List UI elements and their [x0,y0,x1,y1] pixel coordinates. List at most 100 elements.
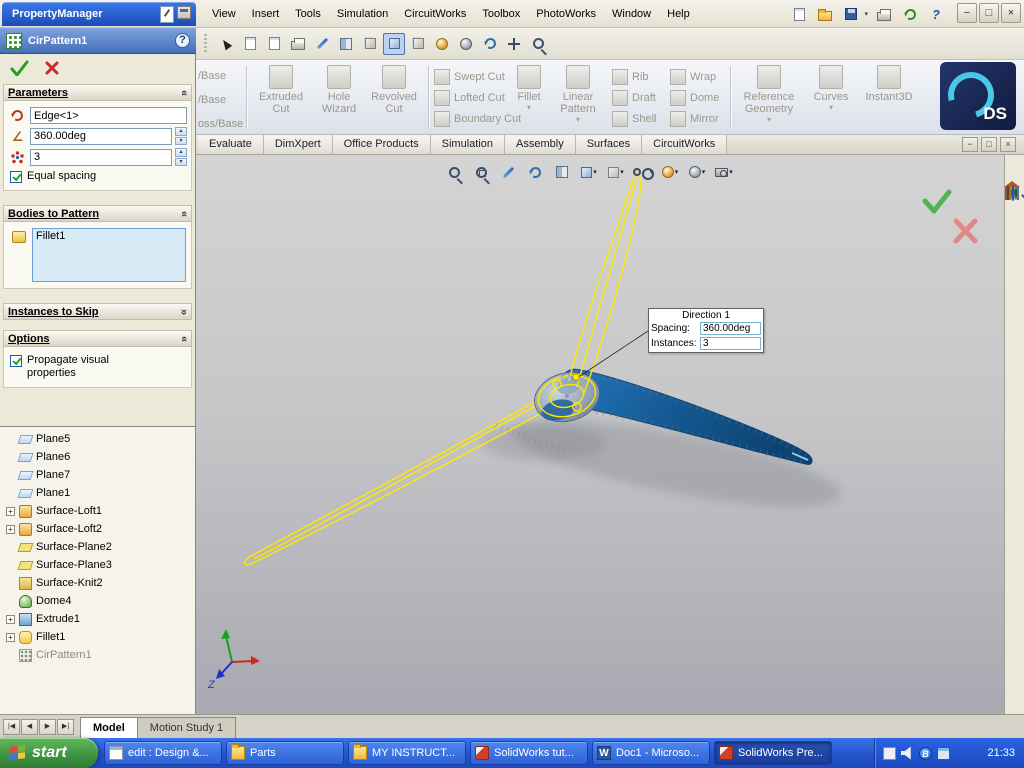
doc-restore-button[interactable]: □ [981,137,997,152]
taskbar-button-active[interactable]: SolidWorks Pre... [714,741,832,765]
expand-icon[interactable]: + [6,507,15,516]
bodies-selection-list[interactable]: Fillet1 [32,228,186,282]
propagate-visual-properties-checkbox[interactable] [10,355,22,367]
expand-chevron-icon[interactable]: « [181,306,187,318]
taskbar-button[interactable]: SolidWorks tut... [470,741,588,765]
menu-tools[interactable]: Tools [287,5,329,23]
menu-window[interactable]: Window [604,5,659,23]
print-icon[interactable] [287,33,309,55]
save-caret-icon[interactable]: ▾ [864,10,868,18]
draft-button[interactable]: Draft [612,88,656,107]
parameters-group-header[interactable]: Parameters « [3,84,192,101]
tab-office-products[interactable]: Office Products [333,135,431,154]
tab-assembly[interactable]: Assembly [505,135,576,154]
model-canvas[interactable]: Z [196,155,1004,714]
section-view-icon[interactable] [335,33,357,55]
scene-icon[interactable]: ▾ [685,161,709,183]
angle-input[interactable]: 360.00deg [30,128,172,145]
rib-button[interactable]: Rib [612,67,656,86]
tab-circuitworks[interactable]: CircuitWorks [642,135,727,154]
last-tab-button[interactable]: ▶| [57,719,74,735]
copy-icon[interactable] [239,33,261,55]
tab-evaluate[interactable]: Evaluate [198,135,264,154]
prev-tab-button[interactable]: ◀ [21,719,38,735]
menu-circuitworks[interactable]: CircuitWorks [396,5,474,23]
instances-to-skip-group-header[interactable]: Instances to Skip « [3,303,192,320]
select-arrow-icon[interactable] [215,33,237,55]
measure-icon[interactable] [311,33,333,55]
ok-button[interactable] [10,60,30,76]
view-orientation-icon[interactable]: ▾ [577,161,601,183]
scene-icon[interactable] [455,33,477,55]
instance-count-spinner[interactable]: ▴▾ [175,148,187,166]
expand-icon[interactable]: + [6,615,15,624]
rotate-view-icon[interactable] [523,161,547,183]
linear-pattern-button[interactable]: Linear Pattern▾ [550,65,606,124]
network-icon[interactable] [937,747,950,760]
tree-item[interactable]: Plane7 [0,466,195,484]
menu-help[interactable]: Help [659,5,698,23]
volume-icon[interactable] [901,747,914,760]
instances-input[interactable]: 3 [700,337,761,350]
tab-dimxpert[interactable]: DimXpert [264,135,333,154]
appearance-icon[interactable]: ▾ [658,161,682,183]
rotate-view-icon[interactable] [479,33,501,55]
close-button[interactable]: × [1001,3,1021,23]
open-icon[interactable] [815,4,835,24]
wrap-button[interactable]: Wrap [670,67,719,86]
tree-item[interactable]: +Extrude1 [0,610,195,628]
equal-spacing-checkbox[interactable] [10,171,22,183]
paste-icon[interactable] [263,33,285,55]
mirror-button[interactable]: Mirror [670,109,719,128]
expand-icon[interactable]: + [6,525,15,534]
tree-item[interactable]: +Surface-Loft2 [0,520,195,538]
reference-geometry-button[interactable]: Reference Geometry▾ [736,65,802,124]
tree-item[interactable]: CirPattern1 [0,646,195,664]
expand-icon[interactable]: + [6,633,15,642]
tree-item[interactable]: Surface-Plane3 [0,556,195,574]
print-icon[interactable] [874,4,894,24]
first-tab-button[interactable]: |◀ [3,719,20,735]
options-group-header[interactable]: Options « [3,330,192,347]
menu-view[interactable]: View [204,5,244,23]
shaded-with-edges-icon[interactable] [383,33,405,55]
taskbar-button[interactable]: MY INSTRUCT... [348,741,466,765]
language-bar-icon[interactable] [883,747,896,760]
bodies-group-header[interactable]: Bodies to Pattern « [3,205,192,222]
view-palette-icon[interactable] [1017,186,1019,200]
zoom-area-icon[interactable] [469,161,493,183]
instant3d-button[interactable]: Instant3D [860,65,918,103]
graphics-viewport[interactable]: Z ▾ ▾ ▾ ▾ ▾ ▾ Direction 1 Spacing: 360.0… [196,155,1004,714]
tab-model[interactable]: Model [80,717,138,739]
instance-count-input[interactable]: 3 [30,149,172,166]
help-icon[interactable] [926,4,946,24]
pan-icon[interactable] [503,33,525,55]
restore-button[interactable]: □ [979,3,999,23]
rebuild-icon[interactable] [900,4,920,24]
help-button[interactable]: ? [175,33,190,48]
tree-item[interactable]: Plane1 [0,484,195,502]
tree-item[interactable]: +Surface-Loft1 [0,502,195,520]
selected-body[interactable]: Fillet1 [36,230,182,242]
hole-wizard-button[interactable]: Hole Wizard [314,65,364,115]
tree-item[interactable]: Surface-Plane2 [0,538,195,556]
curves-button[interactable]: Curves▾ [808,65,854,112]
pin-icon[interactable] [160,6,174,23]
tree-item[interactable]: Dome4 [0,592,195,610]
toolbar-grip[interactable] [204,34,207,54]
tree-item[interactable]: Plane5 [0,430,195,448]
fillet-button[interactable]: Fillet▾ [508,65,550,112]
taskbar-button[interactable]: Parts [226,741,344,765]
doc-minimize-button[interactable]: − [962,137,978,152]
view-orientation-icon[interactable] [359,33,381,55]
angle-spinner[interactable]: ▴▾ [175,127,187,145]
filter-wand-icon[interactable] [496,161,520,183]
minimize-button[interactable]: − [957,3,977,23]
taskbar-button[interactable]: Doc1 - Microso... [592,741,710,765]
view-settings-icon[interactable]: ▾ [712,161,736,183]
tree-item[interactable]: +Fillet1 [0,628,195,646]
revolved-cut-button[interactable]: Revolved Cut [366,65,422,115]
taskbar-button[interactable]: edit : Design &... [104,741,222,765]
dome-button[interactable]: Dome [670,88,719,107]
dock-icon[interactable] [177,6,191,19]
